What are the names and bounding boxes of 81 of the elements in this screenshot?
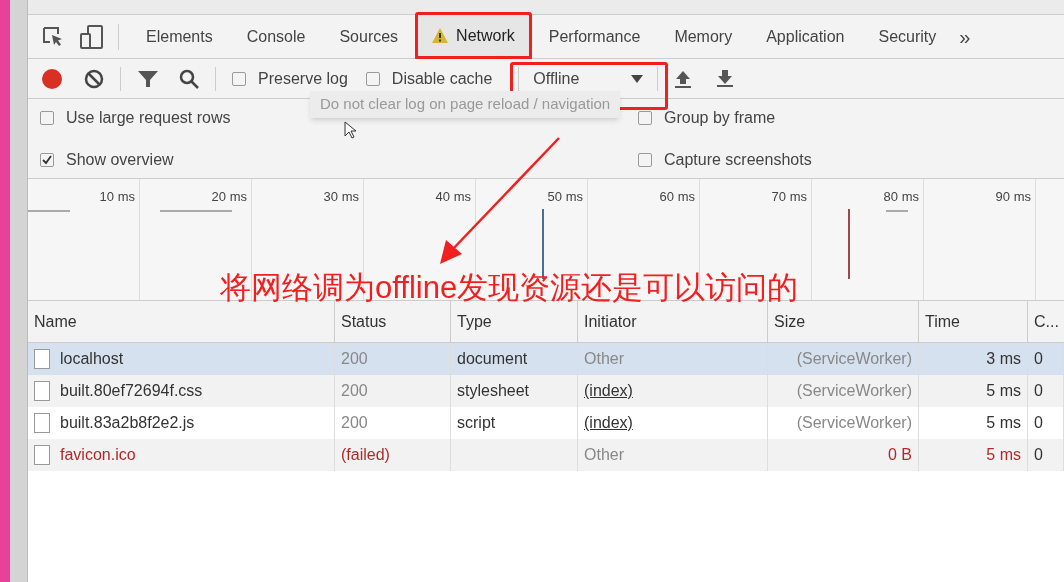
more-tabs-icon[interactable]: » <box>959 21 971 52</box>
tooltip: Do not clear log on page reload / navigation <box>310 91 621 118</box>
checkbox[interactable] <box>638 110 652 125</box>
time-cell-text: 3 ms <box>986 349 1021 369</box>
device-toolbar-icon[interactable] <box>80 24 104 49</box>
column-header[interactable]: Type <box>451 301 578 342</box>
tick-label: 40 ms <box>435 188 471 203</box>
tick-label: 90 ms <box>995 188 1031 203</box>
initiator-link[interactable]: (index) <box>584 411 633 435</box>
file-icon <box>34 349 50 369</box>
size-cell-text: (ServiceWorker) <box>796 413 912 433</box>
file-icon <box>34 413 50 433</box>
devtools-tab[interactable]: Application <box>749 14 862 59</box>
devtools-tab[interactable]: Console <box>229 14 323 59</box>
column-header[interactable]: C... <box>1028 301 1064 342</box>
cursor-icon <box>344 121 356 139</box>
time-cell-text: 5 ms <box>986 413 1021 433</box>
devtools-tab[interactable]: Memory <box>657 14 750 59</box>
tick-label: 30 ms <box>323 188 359 203</box>
checkbox-label: Disable cache <box>391 68 493 89</box>
type-cell-text: script <box>457 413 496 433</box>
checkbox-label: Preserve log <box>258 68 348 89</box>
size-cell-text: (ServiceWorker) <box>796 349 912 369</box>
initiator-cell-text: Other <box>584 349 624 369</box>
type-cell-text: stylesheet <box>457 381 530 401</box>
request-row[interactable]: localhost 200 document Other (ServiceWorker) 3 ms 0 <box>28 343 1064 375</box>
devtools-tab[interactable]: Elements <box>129 14 230 59</box>
checkbox[interactable] <box>40 110 54 125</box>
column-header[interactable]: Name <box>28 301 335 342</box>
filter-icon[interactable] <box>137 68 159 89</box>
inspect-icon[interactable] <box>42 25 64 48</box>
size-cell-text: (ServiceWorker) <box>796 381 912 401</box>
search-icon[interactable] <box>179 68 199 89</box>
file-icon <box>34 381 50 401</box>
status-cell-text: 200 <box>341 413 368 433</box>
checkbox-label: Show overview <box>66 149 174 170</box>
upload-icon[interactable] <box>674 69 693 88</box>
status-cell-text: 200 <box>341 381 368 401</box>
request-name[interactable]: localhost <box>60 347 124 371</box>
request-row[interactable]: built.80ef72694f.css 200 stylesheet (index) (ServiceWorker) 5 ms 0 <box>28 375 1064 407</box>
devtools-tab[interactable]: Performance <box>531 14 658 59</box>
initiator-link[interactable]: (index) <box>584 379 633 403</box>
devtools-tab[interactable]: Security <box>861 14 954 59</box>
request-row[interactable]: favicon.ico (failed) Other 0 B 5 ms 0 <box>28 439 1064 471</box>
column-header[interactable]: Size <box>768 301 919 342</box>
column-header[interactable]: Status <box>335 301 451 342</box>
request-name[interactable]: built.80ef72694f.css <box>60 379 203 403</box>
checkbox[interactable] <box>232 71 246 86</box>
tick-label: 20 ms <box>211 188 247 203</box>
clear-icon[interactable] <box>84 68 104 89</box>
column-header[interactable]: Time <box>919 301 1028 342</box>
status-cell-text: 200 <box>341 349 368 369</box>
record-button[interactable] <box>42 68 62 89</box>
checkbox[interactable] <box>365 71 380 86</box>
tick-label: 80 ms <box>883 188 919 203</box>
column-cell-text: 0 <box>1034 445 1043 465</box>
download-icon[interactable] <box>716 69 735 88</box>
tick-label: 60 ms <box>659 188 695 203</box>
checkbox-label: Capture screenshots <box>664 149 812 170</box>
time-cell-text: 5 ms <box>986 445 1021 465</box>
tick-label: 50 ms <box>547 188 583 203</box>
type-cell-text: document <box>457 349 528 369</box>
tick-label: 10 ms <box>99 188 135 203</box>
tick-label: 70 ms <box>771 188 807 203</box>
checkbox-label: Group by frame <box>664 107 776 128</box>
caret-icon <box>631 74 644 83</box>
checkbox[interactable] <box>40 152 54 167</box>
column-cell-text: 0 <box>1034 413 1043 433</box>
request-name[interactable]: built.83a2b8f2e2.js <box>60 411 195 435</box>
status-cell-text: (failed) <box>341 445 390 465</box>
time-cell-text: 5 ms <box>986 381 1021 401</box>
column-cell-text: 0 <box>1034 349 1043 369</box>
checkbox-label: Use large request rows <box>66 107 231 128</box>
file-icon <box>34 445 50 465</box>
request-name[interactable]: favicon.ico <box>60 443 136 467</box>
size-cell-text: 0 B <box>888 445 912 465</box>
throttling-dropdown[interactable]: Offline <box>533 66 644 91</box>
devtools-tab[interactable]: Sources <box>322 14 416 59</box>
initiator-cell-text: Other <box>584 445 624 465</box>
checkbox[interactable] <box>638 152 652 167</box>
column-cell-text: 0 <box>1034 381 1043 401</box>
